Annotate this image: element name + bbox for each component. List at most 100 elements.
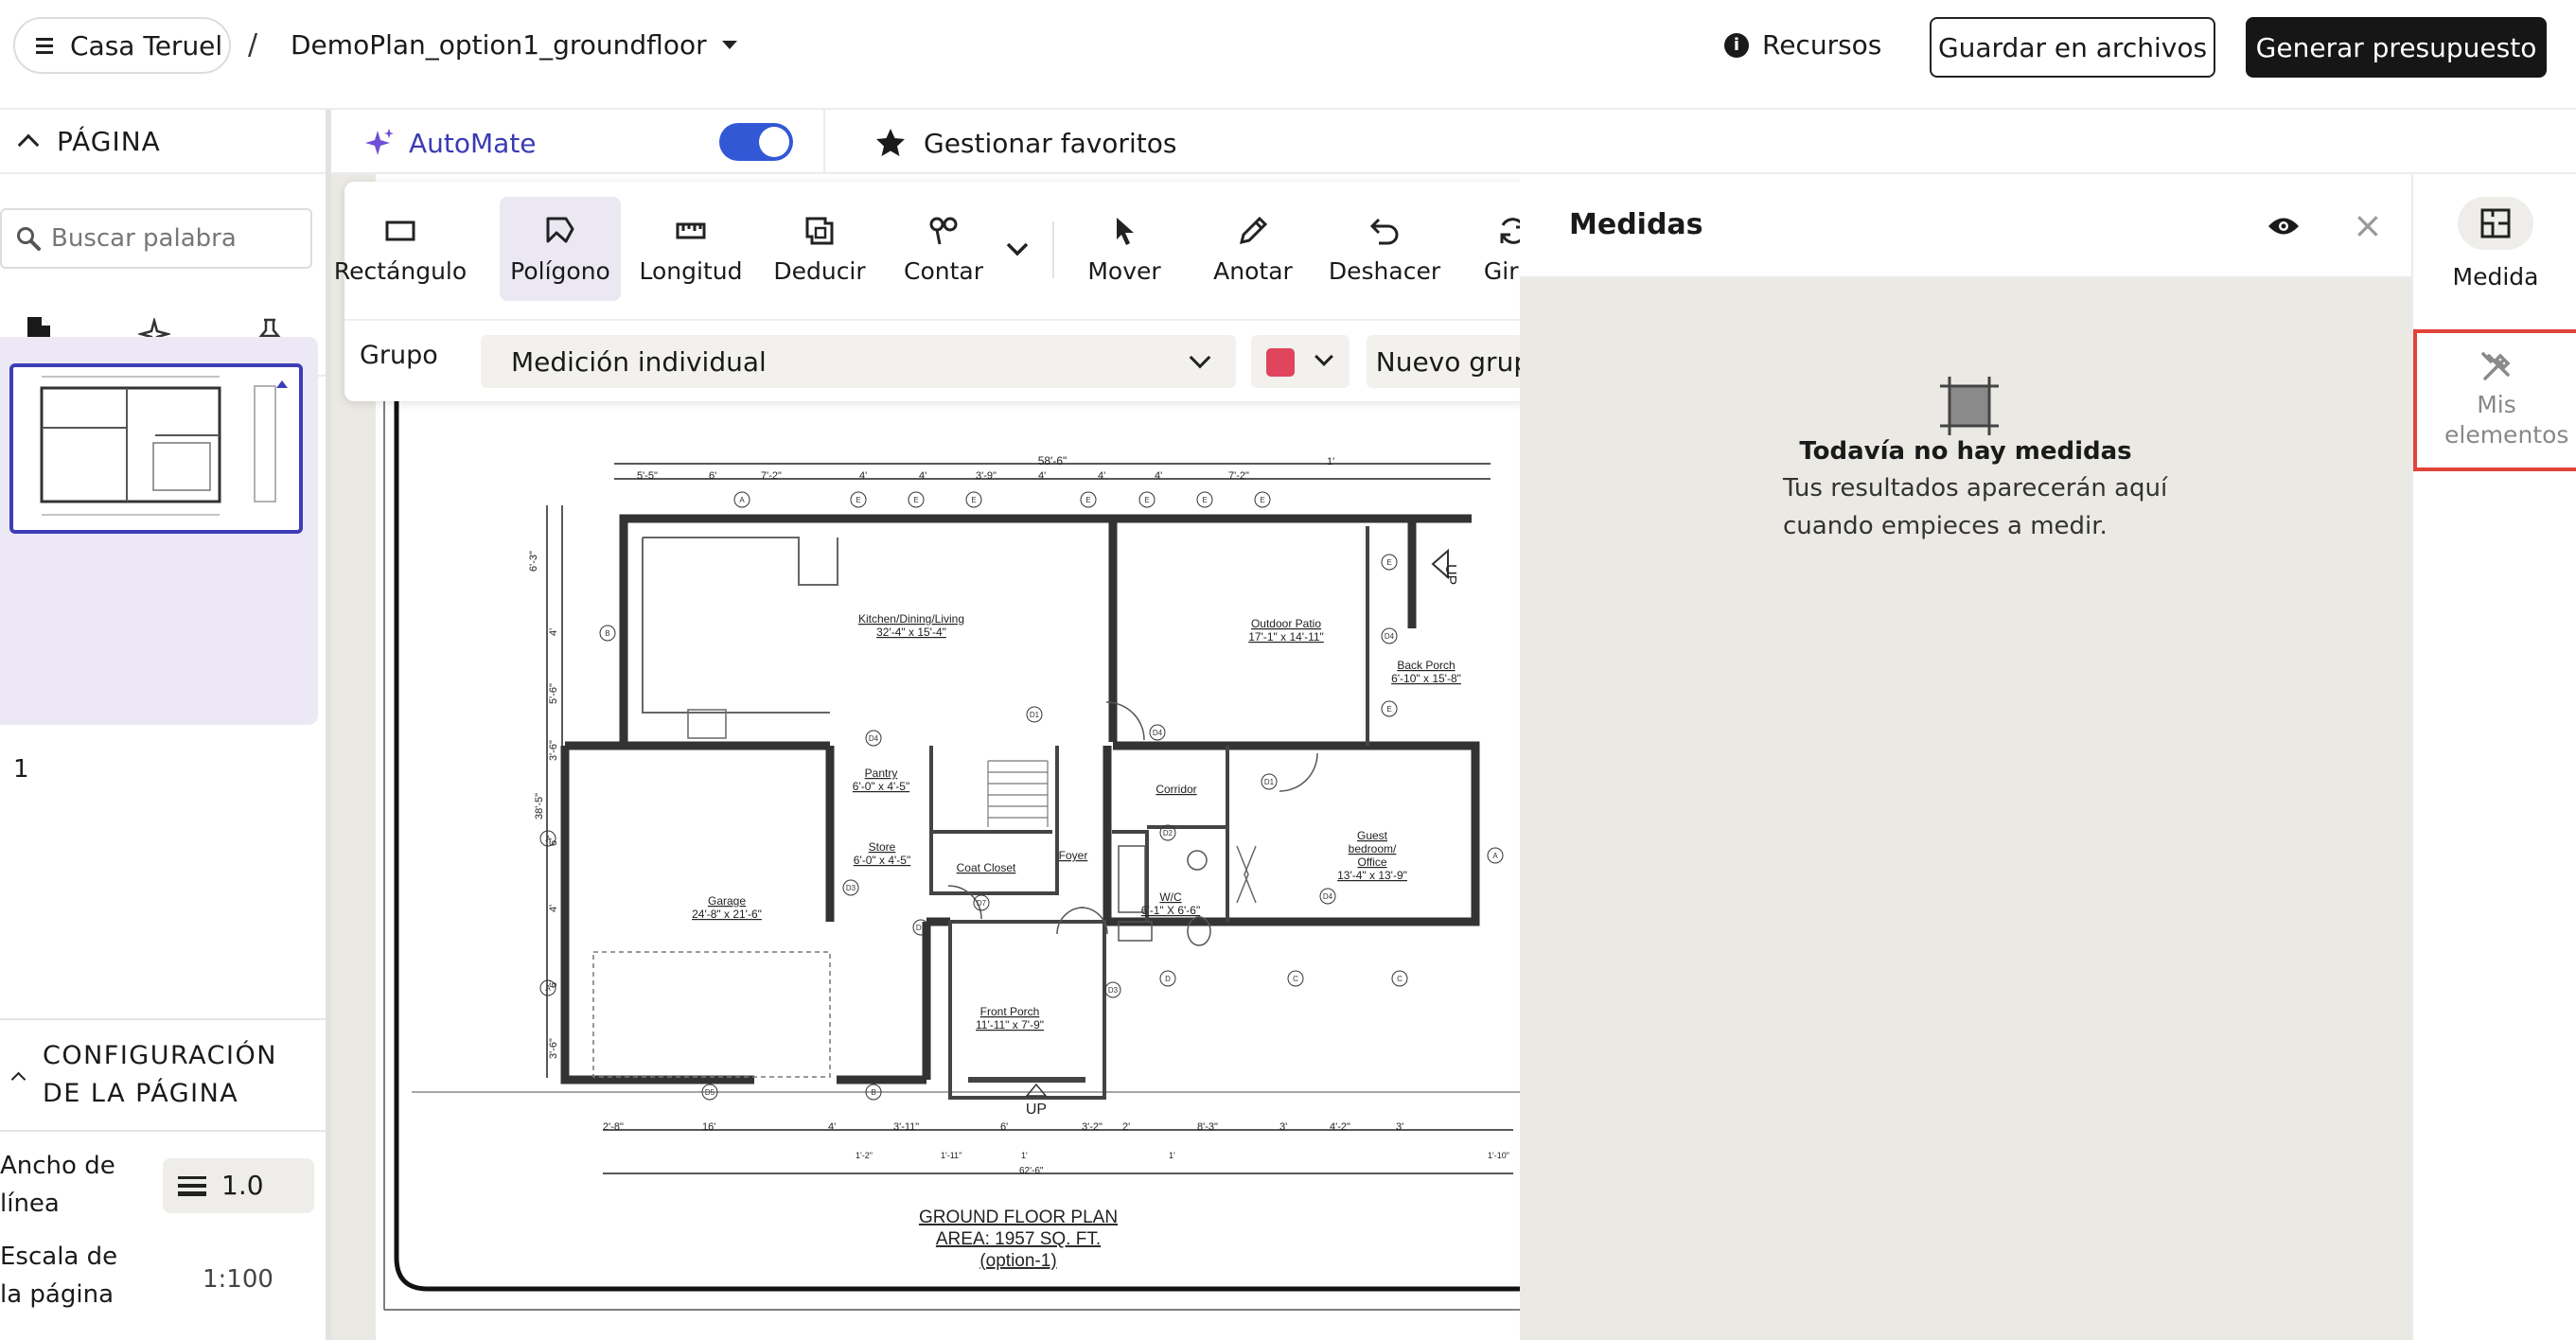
chevron-down-icon (1314, 347, 1333, 366)
manage-favorites-button[interactable]: Gestionar favoritos (874, 127, 1176, 159)
tool-polygon[interactable]: Polígono (500, 197, 621, 301)
floor-plan-thumbnail (40, 376, 288, 516)
room-patio-size: 17'-1" x 14'-11" (1248, 630, 1324, 644)
rectangle-icon (385, 220, 415, 240)
room-guest-1: Guest (1357, 829, 1388, 842)
save-files-button[interactable]: Guardar en archivos (1930, 17, 2215, 78)
chevron-up-icon (10, 1071, 26, 1086)
page-number: 1 (13, 755, 29, 784)
tool-label: Deshacer (1328, 256, 1441, 285)
tag: E (971, 496, 976, 504)
tool-rectangle[interactable]: Rectángulo (334, 197, 467, 301)
tool-length[interactable]: Longitud (640, 197, 742, 301)
tool-move[interactable]: Mover (1079, 197, 1170, 301)
page-scale-value[interactable]: 1:100 (203, 1261, 273, 1298)
manage-favorites-label: Gestionar favoritos (924, 127, 1177, 159)
empty-measure-icon (1940, 377, 1999, 435)
page-section-title: PÁGINA (57, 125, 161, 157)
tag: D4 (1385, 632, 1395, 641)
group-select-value: Medición individual (511, 345, 767, 378)
cursor-icon (1117, 217, 1134, 245)
dim-bottom-small: 1'-11" (941, 1151, 962, 1160)
plan-title: GROUND FLOOR PLAN (919, 1208, 1118, 1227)
room-back-porch-size: 6'-10" x 15'-8" (1391, 672, 1461, 685)
tag: D1 (916, 924, 926, 932)
room-guest-2: bedroom/ (1349, 842, 1397, 855)
dim-bottom: 2' (1122, 1121, 1130, 1133)
room-patio: Outdoor Patio (1251, 617, 1321, 630)
tag: E (1085, 496, 1090, 504)
room-foyer: Foyer (1059, 849, 1088, 862)
tool-annotate[interactable]: Anotar (1211, 197, 1295, 301)
close-icon[interactable]: × (2353, 204, 2383, 246)
dim-bottom: 6' (1000, 1121, 1008, 1133)
project-menu-button[interactable]: Casa Teruel (13, 17, 231, 74)
tag: D7 (977, 899, 987, 908)
line-width-input[interactable]: 1.0 (163, 1158, 314, 1213)
page-config-title: CONFIGURACIÓN DE LA PÁGINA (43, 1041, 277, 1108)
dim-left: 3'-6" (548, 1038, 559, 1059)
tag: E (1202, 496, 1207, 504)
tag: B (605, 629, 609, 638)
resources-link[interactable]: i Recursos (1724, 29, 1881, 61)
undo-icon (1369, 218, 1399, 244)
tool-label: Polígono (510, 256, 610, 285)
group-color-picker[interactable] (1251, 335, 1350, 388)
room-pantry: Pantry (865, 767, 898, 780)
more-tools-dropdown[interactable] (1003, 197, 1032, 301)
dim-overall-top: 58'-6" (1038, 454, 1067, 467)
dim-left: 4' (548, 628, 559, 636)
file-name: DemoPlan_option1_groundfloor (291, 29, 707, 61)
group-select[interactable]: Medición individual (481, 335, 1236, 388)
page-thumbnail[interactable] (9, 363, 303, 534)
group-label: Grupo (360, 341, 438, 370)
tag: A (1492, 852, 1498, 860)
dim-bottom: 4'-2" (1330, 1121, 1350, 1133)
tool-label: Anotar (1213, 256, 1293, 285)
dim-top: 4' (1038, 470, 1046, 482)
tag: D5 (705, 1088, 715, 1097)
page-thumbnail-card[interactable]: 1 (0, 337, 318, 784)
dim-top: 5'-5" (637, 470, 658, 482)
dim-top: 1' (1327, 456, 1334, 467)
tag: C (1397, 975, 1403, 983)
tool-deduct[interactable]: Deducir (773, 197, 866, 301)
search-word-input[interactable]: Buscar palabra (0, 208, 312, 269)
tools-icon (2481, 352, 2511, 380)
tag: A (545, 984, 551, 993)
line-weight-icon (178, 1176, 206, 1196)
count-icon (929, 217, 958, 244)
measurements-panel: Medidas × Todavía no hay medidas Tus res… (1520, 174, 2411, 1340)
rail-measure[interactable]: Medida (2413, 197, 2576, 291)
chevron-down-icon (1189, 346, 1211, 369)
tag: D1 (1030, 711, 1040, 719)
measurements-title: Medidas (1569, 208, 1703, 241)
plan-option: (option-1) (979, 1251, 1056, 1271)
eye-icon[interactable] (2267, 216, 2300, 237)
toggle-knob (759, 127, 789, 157)
dim-top: 4' (1098, 470, 1105, 482)
line-width-label: Ancho de línea (0, 1152, 115, 1218)
file-selector[interactable]: DemoPlan_option1_groundfloor (291, 29, 737, 61)
tool-count[interactable]: Contar (901, 197, 986, 301)
automate-toggle[interactable] (719, 123, 793, 161)
resources-label: Recursos (1762, 29, 1882, 61)
empty-state-title: Todavía no hay medidas (1799, 437, 2132, 466)
room-kitchen: Kitchen/Dining/Living (858, 612, 964, 626)
tag: E (1260, 496, 1264, 504)
page-config-header[interactable]: CONFIGURACIÓN DE LA PÁGINA (0, 1018, 326, 1132)
tag: A (545, 835, 551, 843)
room-store: Store (869, 840, 896, 854)
measure-toolbar: Rectángulo Polígono Longitud Deducir Con… (334, 182, 1571, 401)
automate-label-group: AutoMate (363, 127, 537, 159)
dim-top: 3'-9" (976, 470, 997, 482)
rail-my-elements[interactable]: Mis elementos (2413, 329, 2576, 471)
page-scale-row: Escala de la página 1:100 (0, 1238, 326, 1323)
tool-label: Longitud (639, 256, 743, 285)
room-front-porch: Front Porch (980, 1005, 1040, 1018)
page-section-header[interactable]: PÁGINA (0, 110, 326, 174)
toolbar-divider (1052, 221, 1054, 278)
tag: D3 (1108, 986, 1119, 995)
generate-budget-button[interactable]: Generar presupuesto (2246, 17, 2547, 78)
tool-undo[interactable]: Deshacer (1328, 197, 1441, 301)
